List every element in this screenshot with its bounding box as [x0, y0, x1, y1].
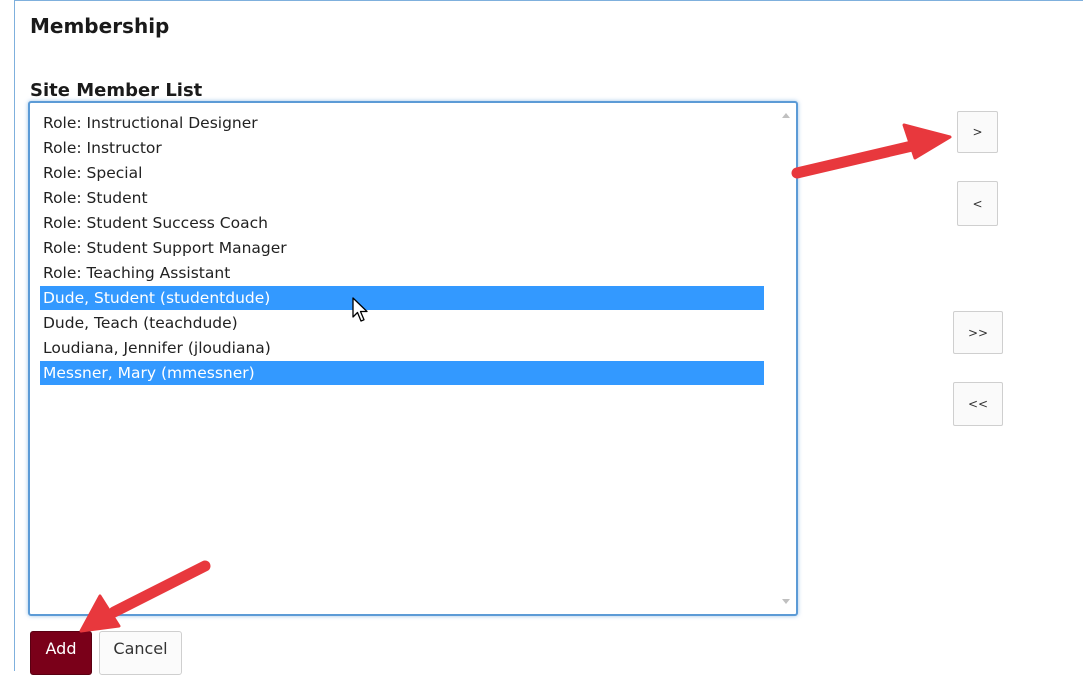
move-all-right-button[interactable]: >>	[953, 311, 1003, 354]
list-option-dude-teach[interactable]: Dude, Teach (teachdude)	[40, 311, 764, 335]
list-option-teaching-assistant[interactable]: Role: Teaching Assistant	[40, 261, 764, 285]
list-option-student-success-coach[interactable]: Role: Student Success Coach	[40, 211, 764, 235]
list-option-special[interactable]: Role: Special	[40, 161, 764, 185]
scroll-down-icon[interactable]	[782, 599, 790, 604]
list-option-student[interactable]: Role: Student	[40, 186, 764, 210]
member-list-label: Site Member List	[30, 80, 203, 101]
list-option-messner-mary[interactable]: Messner, Mary (mmessner)	[40, 361, 764, 385]
list-option-loudiana-jennifer[interactable]: Loudiana, Jennifer (jloudiana)	[40, 336, 764, 360]
frame-border-left	[14, 0, 15, 671]
cancel-button[interactable]: Cancel	[99, 631, 182, 675]
site-member-listbox[interactable]: Role: Instructional Designer Role: Instr…	[28, 101, 798, 616]
red-arrow-icon-to-move-right	[791, 123, 952, 179]
list-option-student-support-manager[interactable]: Role: Student Support Manager	[40, 236, 764, 260]
move-left-button[interactable]: <	[957, 181, 998, 226]
mouse-pointer-icon	[352, 297, 368, 322]
list-option-instructional-designer[interactable]: Role: Instructional Designer	[40, 111, 764, 135]
frame-border-top	[14, 0, 1083, 1]
scroll-up-icon[interactable]	[782, 113, 790, 118]
list-option-dude-student[interactable]: Dude, Student (studentdude)	[40, 286, 764, 310]
move-all-left-button[interactable]: <<	[953, 382, 1003, 426]
add-button[interactable]: Add	[30, 631, 92, 675]
page-title: Membership	[30, 14, 170, 38]
move-right-button[interactable]: >	[957, 111, 998, 153]
list-option-instructor[interactable]: Role: Instructor	[40, 136, 764, 160]
listbox-scrollbar[interactable]	[778, 105, 794, 612]
